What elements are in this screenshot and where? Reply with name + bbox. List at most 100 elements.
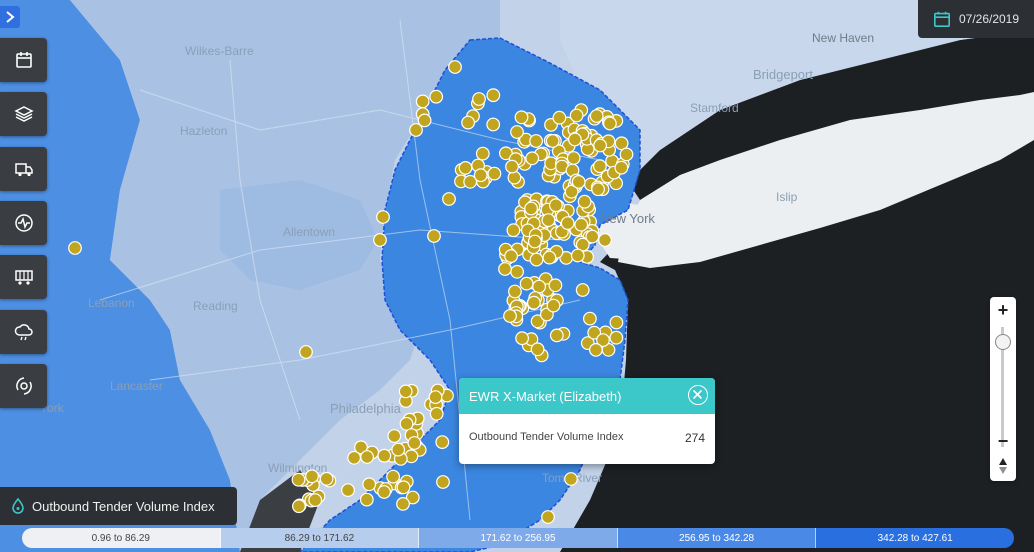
market-marker[interactable]: [387, 429, 402, 443]
market-marker[interactable]: [568, 132, 582, 147]
market-marker[interactable]: [519, 276, 534, 291]
market-marker[interactable]: [498, 262, 512, 276]
legend-range-1[interactable]: 0.96 to 86.29: [22, 528, 221, 548]
market-marker[interactable]: [508, 284, 522, 299]
market-marker[interactable]: [360, 450, 375, 464]
market-marker[interactable]: [436, 475, 450, 489]
market-marker[interactable]: [435, 435, 450, 450]
market-marker[interactable]: [545, 134, 560, 148]
expand-sidebar-button[interactable]: [0, 6, 20, 28]
market-marker[interactable]: [504, 249, 519, 264]
market-marker[interactable]: [429, 406, 444, 421]
market-marker[interactable]: [396, 480, 411, 495]
market-marker[interactable]: [377, 485, 392, 499]
popup-close-button[interactable]: [688, 385, 708, 405]
truck-button[interactable]: [0, 147, 47, 191]
market-marker[interactable]: [341, 483, 355, 498]
market-marker[interactable]: [548, 278, 563, 293]
map-canvas[interactable]: Wilkes-Barre Hazleton Allentown Reading Leba…: [0, 0, 1034, 552]
weather-button[interactable]: [0, 310, 47, 354]
market-marker[interactable]: [461, 115, 476, 130]
market-marker[interactable]: [527, 234, 542, 249]
market-marker[interactable]: [510, 264, 524, 279]
market-marker[interactable]: [609, 330, 624, 345]
market-marker[interactable]: [514, 110, 529, 125]
market-marker[interactable]: [359, 492, 374, 507]
market-marker[interactable]: [593, 138, 607, 153]
market-marker[interactable]: [362, 477, 377, 492]
market-marker[interactable]: [429, 89, 444, 104]
market-marker[interactable]: [532, 279, 546, 294]
trailer-button[interactable]: [0, 255, 47, 299]
market-marker[interactable]: [377, 448, 392, 463]
market-marker[interactable]: [549, 328, 564, 343]
legend-range-3[interactable]: 171.62 to 256.95: [419, 528, 618, 548]
market-marker[interactable]: [473, 168, 488, 183]
market-marker[interactable]: [577, 194, 592, 209]
market-marker[interactable]: [570, 248, 585, 263]
market-marker[interactable]: [524, 201, 538, 216]
legend-range-5[interactable]: 342.28 to 427.61: [816, 528, 1014, 548]
market-marker[interactable]: [68, 241, 82, 255]
market-marker[interactable]: [583, 311, 597, 326]
market-marker[interactable]: [529, 134, 543, 148]
market-marker[interactable]: [415, 94, 430, 109]
zoom-out-button[interactable]: −: [990, 430, 1016, 452]
market-marker[interactable]: [541, 213, 556, 228]
market-marker[interactable]: [407, 436, 422, 450]
market-marker[interactable]: [569, 108, 584, 123]
market-marker[interactable]: [396, 497, 410, 511]
market-marker[interactable]: [589, 109, 604, 123]
market-marker[interactable]: [527, 295, 541, 310]
market-marker[interactable]: [510, 125, 524, 139]
market-marker[interactable]: [475, 146, 490, 161]
market-marker[interactable]: [487, 166, 502, 181]
market-marker[interactable]: [458, 160, 473, 175]
market-marker[interactable]: [564, 472, 578, 486]
zoom-in-button[interactable]: +: [990, 299, 1016, 321]
market-marker[interactable]: [428, 390, 443, 405]
zoom-slider-handle[interactable]: [995, 334, 1011, 350]
market-marker[interactable]: [417, 113, 432, 128]
market-marker[interactable]: [486, 88, 501, 103]
hurricane-button[interactable]: [0, 364, 47, 408]
market-marker[interactable]: [391, 442, 406, 457]
market-marker[interactable]: [448, 60, 462, 74]
compass-icon[interactable]: [997, 457, 1009, 475]
market-marker[interactable]: [603, 116, 617, 131]
market-marker[interactable]: [442, 192, 456, 206]
legend-range-2[interactable]: 86.29 to 171.62: [220, 528, 420, 548]
market-marker[interactable]: [299, 345, 313, 359]
market-marker[interactable]: [546, 298, 561, 313]
market-marker[interactable]: [399, 416, 414, 431]
market-marker[interactable]: [566, 151, 581, 165]
market-marker[interactable]: [386, 469, 401, 484]
pulse-button[interactable]: [0, 201, 47, 245]
market-marker[interactable]: [472, 92, 486, 106]
legend-range-4[interactable]: 256.95 to 342.28: [617, 528, 817, 548]
market-marker[interactable]: [530, 342, 545, 357]
market-marker[interactable]: [614, 160, 629, 175]
market-marker[interactable]: [292, 499, 306, 514]
market-marker[interactable]: [525, 151, 540, 166]
market-marker[interactable]: [308, 493, 323, 508]
market-marker[interactable]: [398, 384, 413, 399]
date-picker[interactable]: 07/26/2019: [918, 0, 1034, 38]
market-marker[interactable]: [503, 309, 517, 323]
layers-button[interactable]: [0, 92, 47, 136]
market-marker[interactable]: [486, 117, 501, 132]
market-marker[interactable]: [560, 216, 575, 231]
market-marker[interactable]: [609, 315, 624, 330]
market-marker[interactable]: [571, 174, 586, 189]
market-marker[interactable]: [373, 233, 387, 247]
market-marker[interactable]: [319, 471, 334, 486]
market-marker[interactable]: [305, 469, 319, 484]
market-marker[interactable]: [541, 510, 555, 524]
market-marker[interactable]: [506, 223, 521, 238]
market-marker[interactable]: [589, 343, 603, 357]
market-marker[interactable]: [291, 472, 306, 487]
market-marker[interactable]: [427, 229, 441, 243]
market-marker[interactable]: [515, 331, 529, 346]
market-marker[interactable]: [591, 182, 605, 197]
market-marker[interactable]: [552, 110, 567, 125]
